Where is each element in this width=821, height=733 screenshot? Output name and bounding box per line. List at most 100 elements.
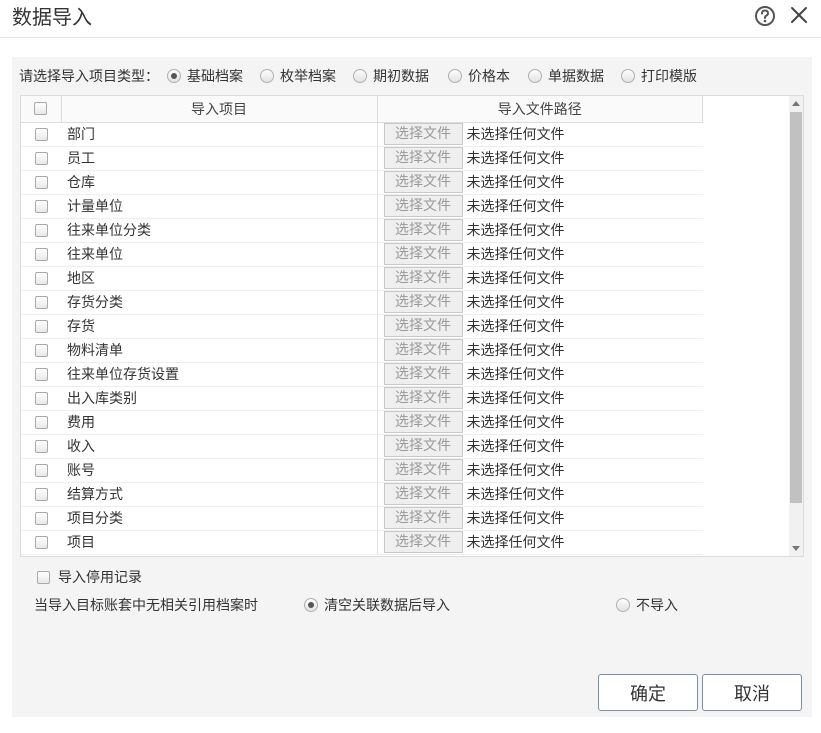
scroll-down-arrow-icon[interactable] [792, 546, 800, 551]
choose-file-button[interactable]: 选择文件 [383, 219, 463, 241]
row-checkbox[interactable] [34, 535, 48, 549]
table-row[interactable]: 收入 选择文件 未选择任何文件 [21, 434, 703, 459]
close-icon[interactable] [788, 4, 810, 26]
table-row[interactable]: 地区 选择文件 未选择任何文件 [21, 266, 703, 291]
row-checkbox[interactable] [34, 127, 48, 141]
table-row[interactable]: 存货 选择文件 未选择任何文件 [21, 314, 703, 339]
table-row[interactable]: 往来单位 选择文件 未选择任何文件 [21, 242, 703, 267]
radio-basic-archive[interactable]: 基础档案 [167, 66, 243, 86]
column-header-item[interactable]: 导入项目 [61, 96, 378, 123]
choose-file-button[interactable]: 选择文件 [383, 459, 463, 481]
import-disabled-option[interactable]: 导入停用记录 [37, 567, 142, 587]
row-checkbox-cell [21, 194, 61, 219]
choose-file-button[interactable]: 选择文件 [383, 531, 463, 553]
radio-opening-data[interactable]: 期初数据 [353, 66, 429, 86]
radio-button[interactable] [448, 69, 462, 83]
file-status-text: 未选择任何文件 [466, 127, 565, 143]
choose-file-button[interactable]: 选择文件 [383, 435, 463, 457]
radio-button[interactable] [167, 69, 181, 83]
radio-document-data[interactable]: 单据数据 [528, 66, 604, 86]
radio-enum-archive[interactable]: 枚举档案 [260, 66, 336, 86]
radio-clear-and-import[interactable]: 清空关联数据后导入 [304, 595, 450, 615]
row-checkbox[interactable] [34, 271, 48, 285]
choose-file-button[interactable]: 选择文件 [383, 123, 463, 145]
import-item-name: 计量单位 [61, 194, 378, 219]
row-checkbox[interactable] [34, 487, 48, 501]
row-checkbox[interactable] [34, 511, 48, 525]
choose-file-button[interactable]: 选择文件 [383, 147, 463, 169]
vertical-scrollbar[interactable] [789, 96, 803, 556]
choose-file-button[interactable]: 选择文件 [383, 411, 463, 433]
choose-file-button[interactable]: 选择文件 [383, 195, 463, 217]
choose-file-button[interactable]: 选择文件 [383, 315, 463, 337]
choose-file-button[interactable]: 选择文件 [383, 291, 463, 313]
import-item-name: 结算方式 [61, 482, 378, 507]
scrollbar-thumb[interactable] [790, 112, 802, 503]
row-checkbox[interactable] [34, 367, 48, 381]
choose-file-button[interactable]: 选择文件 [383, 171, 463, 193]
row-checkbox[interactable] [34, 415, 48, 429]
file-status-text: 未选择任何文件 [466, 151, 565, 167]
row-checkbox[interactable] [34, 295, 48, 309]
import-item-name: 往来单位存货设置 [61, 362, 378, 387]
radio-print-template[interactable]: 打印模版 [621, 66, 697, 86]
confirm-button[interactable]: 确定 [598, 674, 698, 711]
row-checkbox[interactable] [34, 247, 48, 261]
table-row[interactable]: 往来单位存货设置 选择文件 未选择任何文件 [21, 362, 703, 387]
file-path-cell: 选择文件 未选择任何文件 [377, 242, 703, 267]
radio-label: 基础档案 [187, 69, 243, 85]
row-checkbox[interactable] [34, 343, 48, 357]
radio-button[interactable] [353, 69, 367, 83]
table-row[interactable]: 存货分类 选择文件 未选择任何文件 [21, 290, 703, 315]
radio-button[interactable] [616, 598, 630, 612]
column-header-path[interactable]: 导入文件路径 [377, 96, 703, 123]
radio-button[interactable] [528, 69, 542, 83]
row-checkbox[interactable] [34, 463, 48, 477]
select-all-checkbox[interactable] [34, 102, 48, 116]
file-path-cell: 选择文件 未选择任何文件 [377, 122, 703, 147]
row-checkbox[interactable] [34, 175, 48, 189]
radio-button[interactable] [304, 598, 318, 612]
table-row[interactable]: 结算方式 选择文件 未选择任何文件 [21, 482, 703, 507]
help-icon[interactable] [754, 5, 776, 27]
file-status-text: 未选择任何文件 [466, 319, 565, 335]
choose-file-button[interactable]: 选择文件 [383, 243, 463, 265]
row-checkbox[interactable] [34, 223, 48, 237]
choose-file-button[interactable]: 选择文件 [383, 339, 463, 361]
table-row[interactable]: 账号 选择文件 未选择任何文件 [21, 458, 703, 483]
table-row[interactable]: 出入库类别 选择文件 未选择任何文件 [21, 386, 703, 411]
row-checkbox[interactable] [34, 151, 48, 165]
table-row[interactable]: 部门 选择文件 未选择任何文件 [21, 122, 703, 147]
table-row[interactable]: 项目 选择文件 未选择任何文件 [21, 530, 703, 555]
table-row[interactable]: 费用 选择文件 未选择任何文件 [21, 410, 703, 435]
import-item-name: 员工 [61, 146, 378, 171]
choose-file-button[interactable]: 选择文件 [383, 483, 463, 505]
file-status-text: 未选择任何文件 [466, 511, 565, 527]
import-items-table: 导入项目 导入文件路径 部门 选择文件 未选择任何文件 员工 选择文件 未选择任何文件 仓库… [21, 96, 703, 555]
radio-price-book[interactable]: 价格本 [448, 66, 510, 86]
cancel-button[interactable]: 取消 [702, 674, 802, 711]
row-checkbox[interactable] [34, 439, 48, 453]
table-row[interactable]: 物料清单 选择文件 未选择任何文件 [21, 338, 703, 363]
radio-do-not-import[interactable]: 不导入 [616, 595, 678, 615]
row-checkbox[interactable] [34, 391, 48, 405]
file-path-cell: 选择文件 未选择任何文件 [377, 314, 703, 339]
table-row[interactable]: 计量单位 选择文件 未选择任何文件 [21, 194, 703, 219]
row-checkbox[interactable] [34, 319, 48, 333]
row-checkbox-cell [21, 170, 61, 195]
table-row[interactable]: 项目分类 选择文件 未选择任何文件 [21, 506, 703, 531]
scroll-up-arrow-icon[interactable] [792, 101, 800, 106]
table-row[interactable]: 往来单位分类 选择文件 未选择任何文件 [21, 218, 703, 243]
choose-file-button[interactable]: 选择文件 [383, 267, 463, 289]
choose-file-button[interactable]: 选择文件 [383, 507, 463, 529]
row-checkbox-cell [21, 434, 61, 459]
table-header-row: 导入项目 导入文件路径 [21, 96, 703, 123]
import-disabled-checkbox[interactable] [37, 570, 50, 584]
row-checkbox[interactable] [34, 199, 48, 213]
radio-button[interactable] [260, 69, 274, 83]
table-row[interactable]: 员工 选择文件 未选择任何文件 [21, 146, 703, 171]
choose-file-button[interactable]: 选择文件 [383, 387, 463, 409]
table-row[interactable]: 仓库 选择文件 未选择任何文件 [21, 170, 703, 195]
radio-button[interactable] [621, 69, 635, 83]
choose-file-button[interactable]: 选择文件 [383, 363, 463, 385]
